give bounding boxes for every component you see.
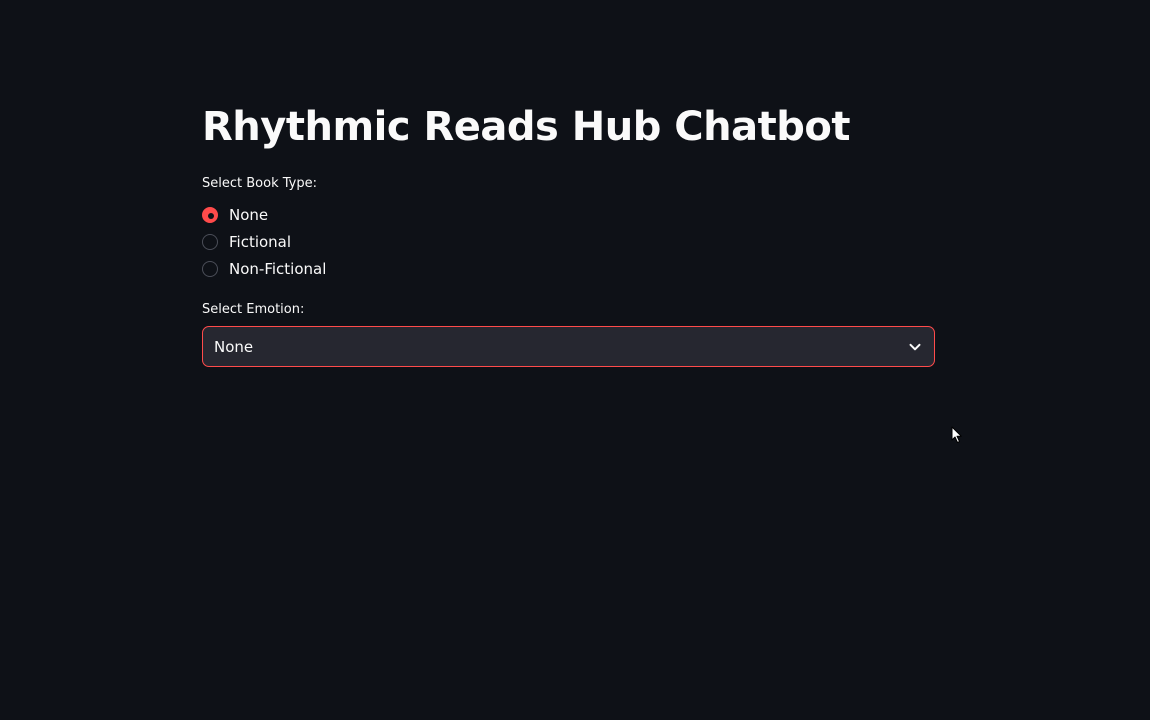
emotion-select[interactable]: None [202,326,935,367]
emotion-select-value: None [214,337,254,356]
book-type-option-fictional[interactable]: Fictional [202,228,326,255]
radio-selected-icon[interactable] [202,206,218,223]
book-type-radio-group: None Fictional Non-Fictional [202,201,326,282]
book-type-label: Select Book Type: [202,176,317,191]
radio-unselected-icon[interactable] [202,260,218,277]
book-type-option-none[interactable]: None [202,201,326,228]
book-type-option-non-fictional[interactable]: Non-Fictional [202,255,326,282]
book-type-option-label: Fictional [229,232,292,251]
radio-unselected-icon[interactable] [202,233,218,250]
book-type-option-label: Non-Fictional [229,259,327,278]
book-type-option-label: None [229,205,269,224]
emotion-label: Select Emotion: [202,302,305,317]
page-title: Rhythmic Reads Hub Chatbot [202,104,850,150]
chevron-down-icon[interactable] [908,340,922,354]
mouse-cursor-icon [951,426,963,448]
